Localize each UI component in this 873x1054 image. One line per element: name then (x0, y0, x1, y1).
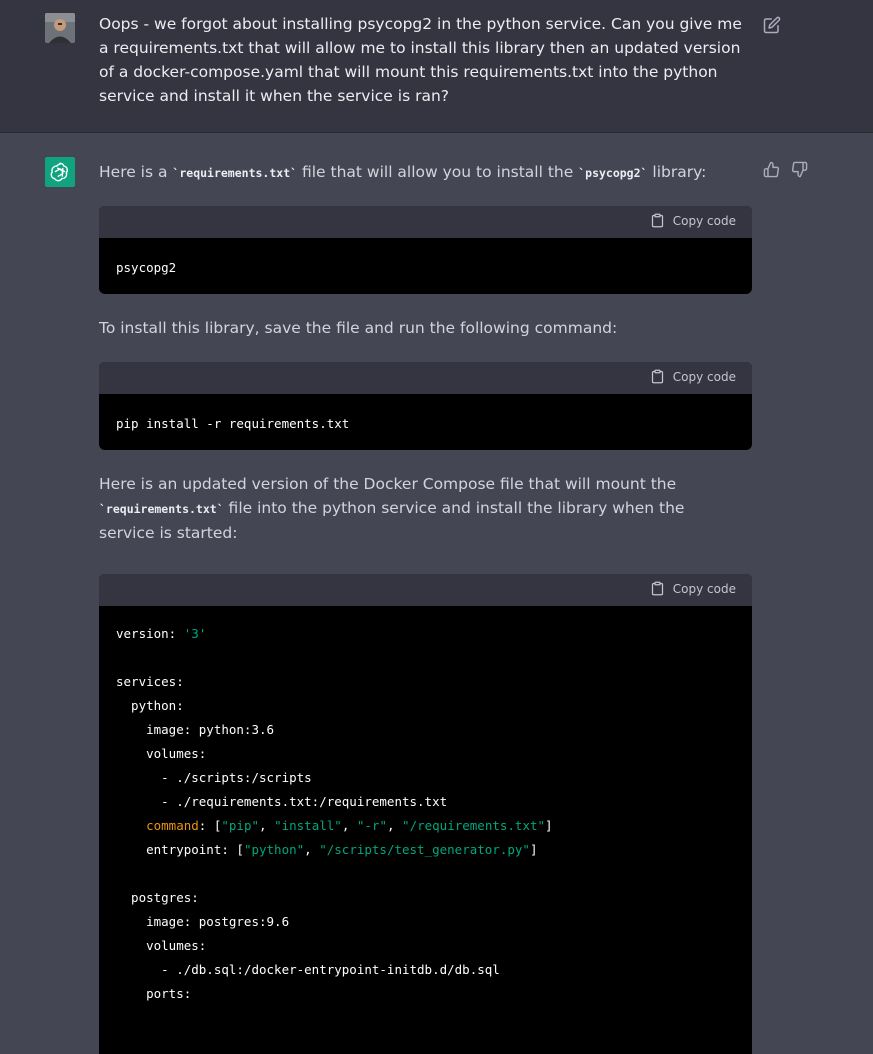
code-block-docker-compose: Copy code version: '3' services: python: … (99, 574, 752, 1054)
clipboard-icon (651, 369, 663, 384)
code-string: "/requirements.txt" (402, 818, 546, 833)
code-token: version: (116, 626, 184, 641)
copy-code-button[interactable]: Copy code (650, 581, 736, 596)
copy-code-label: Copy code (672, 581, 736, 596)
copy-code-button[interactable]: Copy code (650, 369, 736, 384)
paragraph-text: file that will allow you to install the (297, 163, 579, 181)
code-block-header: Copy code (99, 362, 752, 394)
code-keyword: command (146, 818, 199, 833)
code-token: , (386, 818, 403, 833)
code-token: entrypoint: [ (116, 842, 244, 857)
code-token: , (304, 842, 320, 857)
code-token: : [ (198, 818, 222, 833)
code-token: ] (529, 842, 538, 857)
code-string: "-r" (356, 818, 387, 833)
code-string: "/scripts/test_generator.py" (319, 842, 530, 857)
paragraph-text: Here is a (99, 163, 173, 181)
code-line: volumes: (116, 938, 207, 953)
code-token: , (341, 818, 357, 833)
copy-code-button[interactable]: Copy code (650, 213, 736, 228)
inline-code-requirements: `requirements.txt` (172, 166, 298, 180)
assistant-avatar (45, 157, 75, 187)
code-string: '3' (183, 626, 207, 641)
code-line: - ./requirements.txt:/requirements.txt (116, 794, 448, 809)
code-token: ] (545, 818, 553, 833)
openai-logo-icon (50, 162, 68, 182)
code-line: python: (116, 698, 184, 713)
code-line: postgres: (116, 890, 199, 905)
clipboard-icon (651, 581, 663, 596)
code-line: volumes: (116, 746, 207, 761)
inline-code-psycopg2: `psycopg2` (578, 166, 648, 180)
user-message-text: Oops - we forgot about installing psycop… (99, 15, 742, 105)
code-content: version: '3' services: python: image: pyt… (99, 606, 752, 1022)
code-line: image: postgres:9.6 (116, 914, 290, 929)
user-photo-icon (45, 13, 75, 43)
copy-code-label: Copy code (672, 369, 736, 384)
code-line: services: (116, 674, 184, 689)
edit-icon[interactable] (763, 16, 781, 34)
copy-code-label: Copy code (672, 213, 736, 228)
code-line: ports: (116, 986, 192, 1001)
code-line: command: ["pip", "install", "-r", "/requ… (116, 814, 735, 838)
code-token: , (259, 818, 275, 833)
code-string: "install" (274, 818, 342, 833)
assistant-paragraph-3: Here is an updated version of the Docker… (99, 472, 744, 545)
thumbs-down-icon[interactable] (791, 161, 808, 178)
thumbs-up-icon[interactable] (763, 161, 780, 178)
code-line: - ./scripts:/scripts (116, 770, 312, 785)
clipboard-icon (651, 213, 663, 228)
code-line: entrypoint: ["python", "/scripts/test_ge… (116, 838, 735, 862)
code-string: "python" (243, 842, 305, 857)
assistant-paragraph-2: To install this library, save the file a… (99, 319, 618, 337)
paragraph-text: library: (647, 163, 707, 181)
code-line: - ./db.sql:/docker-entrypoint-initdb.d/d… (116, 962, 500, 977)
paragraph-text: Here is an updated version of the Docker… (99, 475, 677, 493)
code-block-header: Copy code (99, 574, 752, 606)
user-message-row: Oops - we forgot about installing psycop… (0, 0, 873, 133)
code-content: pip install -r requirements.txt (116, 416, 350, 431)
code-block-header: Copy code (99, 206, 752, 238)
assistant-paragraph-1: Here is a `requirements.txt` file that w… (99, 160, 744, 185)
inline-code-requirements: `requirements.txt` (99, 502, 224, 516)
code-content: psycopg2 (116, 260, 177, 275)
code-block-requirements: Copy code psycopg2 (99, 206, 752, 294)
code-line: image: python:3.6 (116, 722, 275, 737)
code-line: version: '3' (116, 622, 735, 646)
code-string: "pip" (221, 818, 260, 833)
assistant-message-row: Here is a `requirements.txt` file that w… (0, 133, 873, 1054)
code-block-pip-command: Copy code pip install -r requirements.tx… (99, 362, 752, 450)
user-avatar (45, 13, 75, 43)
